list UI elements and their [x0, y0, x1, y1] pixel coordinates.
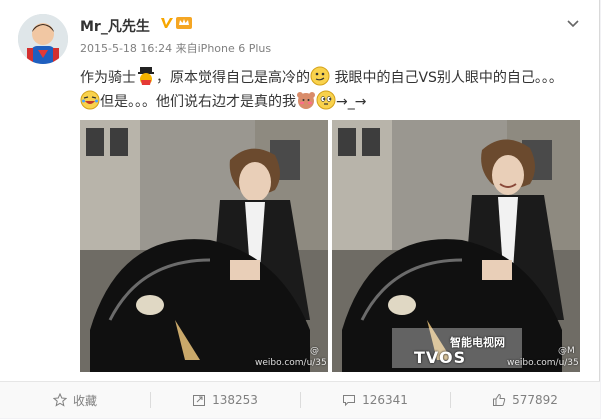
favorite-button[interactable]: 收藏 [0, 382, 150, 418]
photo-logo-sub-watermark: TVOS [414, 348, 467, 367]
weibo-post-card: Mr_凡先生 2015-5-18 16:24 来自iPhone 6 Plus 作… [0, 0, 600, 418]
thumbs-up-icon [493, 393, 506, 406]
action-bar: 收藏 138253 126341 577892 [0, 381, 600, 418]
star-icon [52, 393, 67, 407]
photo-watermark-left: weibo.com/u/35 [255, 358, 327, 368]
like-count: 577892 [512, 393, 558, 407]
repost-button[interactable]: 138253 [150, 382, 300, 418]
photo-corner-left: @ [310, 346, 319, 356]
username[interactable]: Mr_凡先生 [80, 16, 150, 36]
post-text-3: 我眼中的自己VS别人眼中的自己。。。 [330, 70, 563, 86]
verified-badge-icon [161, 18, 173, 28]
repost-icon [193, 395, 206, 406]
photo-watermark-right: weibo.com/u/35 [507, 358, 579, 368]
post-meta: 2015-5-18 16:24 来自iPhone 6 Plus [80, 40, 271, 56]
post-text: 作为骑士 ，原本觉得自己是高冷的 我眼中的自己VS别人眼中的自己。。。 但是。。… [80, 66, 580, 114]
post-source-device[interactable]: iPhone 6 Plus [198, 42, 272, 55]
post-text-1: 作为骑士 [80, 70, 136, 86]
post-photo-right[interactable]: 智能电视网 TVOS weibo.com/u/35 @M [332, 120, 580, 372]
like-button[interactable]: 577892 [450, 382, 600, 418]
laughing-tears-emoji-icon [80, 90, 100, 110]
comment-icon [343, 395, 356, 407]
post-photo-left[interactable]: weibo.com/u/35 @ [80, 120, 328, 372]
post-text-5: →_→ [336, 94, 367, 110]
photo-corner-right: @M [558, 346, 575, 356]
photo-grid: weibo.com/u/35 @ 智能电视网 TVOS weibo.com/u/… [80, 120, 580, 372]
comment-button[interactable]: 126341 [300, 382, 450, 418]
post-source-label: 来自 [175, 42, 198, 55]
smug-face-emoji-icon [310, 66, 330, 86]
side-eye-emoji-icon [316, 90, 336, 110]
avatar[interactable] [18, 14, 68, 64]
post-text-2: ，原本觉得自己是高冷的 [156, 70, 310, 86]
chevron-down-icon[interactable] [565, 16, 581, 32]
shy-bear-emoji-icon [297, 92, 315, 109]
favorite-label: 收藏 [72, 393, 97, 408]
comment-count: 126341 [362, 393, 408, 407]
repost-count: 138253 [212, 393, 258, 407]
member-crown-icon [176, 17, 192, 29]
post-text-4: 但是。。。他们说右边才是真的我 [100, 94, 296, 110]
knight-emoji-icon [138, 67, 154, 85]
post-timestamp[interactable]: 2015-5-18 16:24 [80, 42, 172, 55]
